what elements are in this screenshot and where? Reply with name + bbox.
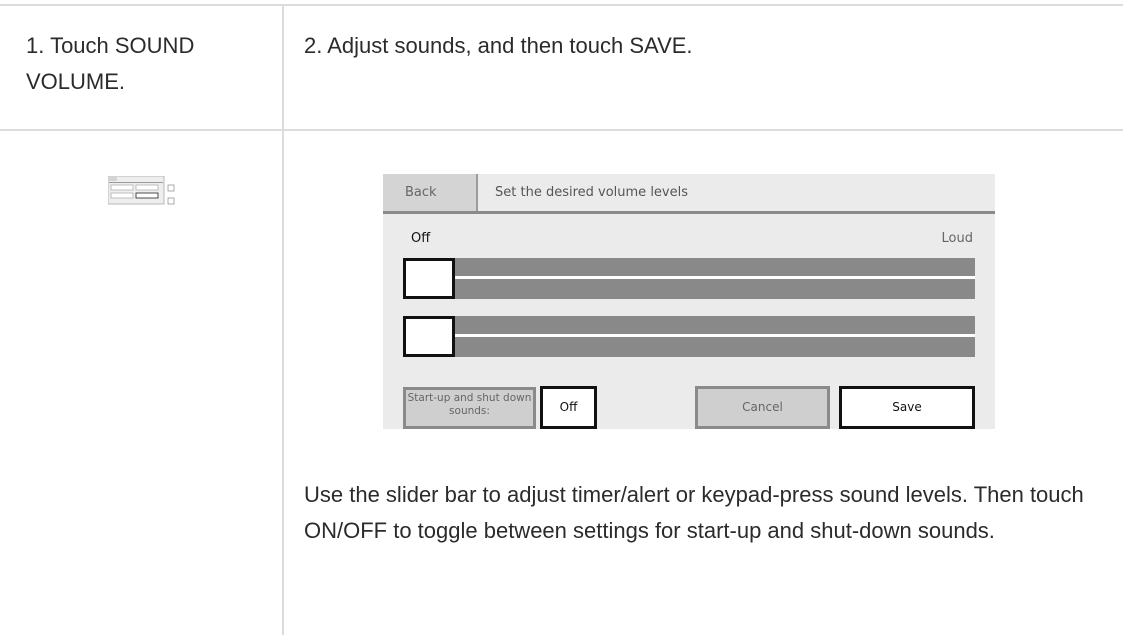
screen-thumbnail-icon (107, 175, 176, 208)
slider-max-label: Loud (941, 231, 973, 246)
slider-min-label: Off (411, 231, 431, 246)
header-separator (476, 174, 478, 211)
slider-track-line (403, 276, 975, 279)
screen-header: Set the desired volume levels (495, 185, 689, 200)
table-row-divider (0, 129, 1123, 131)
timer-alert-volume-slider[interactable] (403, 258, 975, 299)
step-2-description: Use the slider bar to adjust timer/alert… (304, 482, 1084, 543)
save-button[interactable]: Save (839, 386, 975, 429)
cancel-button[interactable]: Cancel (695, 386, 830, 429)
header-divider (383, 211, 995, 214)
back-button[interactable]: Back (383, 174, 476, 211)
table-column-divider (282, 4, 284, 635)
step-1-text: 1. Touch SOUND VOLUME. (26, 33, 195, 94)
sound-volume-screen: Back Set the desired volume levels Off L… (383, 174, 995, 429)
slider-track-line (403, 334, 975, 337)
slider-knob[interactable] (403, 316, 455, 357)
startup-sounds-label: Start-up and shut down sounds: (403, 387, 536, 429)
keypad-volume-slider[interactable] (403, 316, 975, 357)
step-2-text: 2. Adjust sounds, and then touch SAVE. (304, 33, 693, 58)
startup-sounds-toggle[interactable]: Off (540, 386, 597, 429)
slider-knob[interactable] (403, 258, 455, 299)
table-top-border (0, 4, 1123, 6)
